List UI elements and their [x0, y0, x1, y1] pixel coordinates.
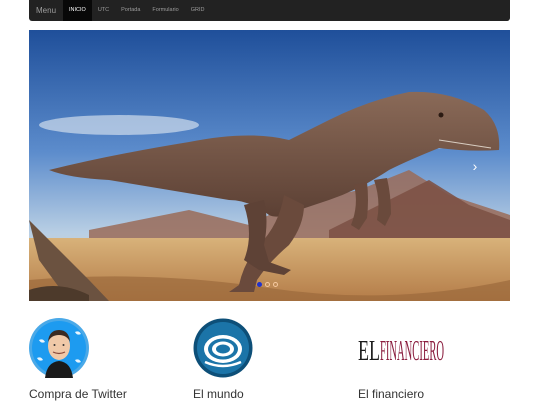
elon-twitter-avatar-icon: [29, 318, 89, 378]
nav-item-portada[interactable]: Portada: [115, 0, 146, 21]
navbar-brand[interactable]: Menu: [29, 0, 63, 21]
nav-item-formulario[interactable]: Formulario: [146, 0, 184, 21]
carousel-slide-image: [29, 30, 510, 301]
nav-item-utc[interactable]: UTC: [92, 0, 115, 21]
card-title[interactable]: El mundo: [193, 387, 244, 401]
image-carousel[interactable]: ›: [29, 30, 510, 301]
chevron-right-icon[interactable]: ›: [468, 158, 482, 174]
card-el-mundo[interactable]: El mundo: [193, 318, 253, 401]
logo-text-financiero: FINANCIERO: [380, 336, 444, 367]
nav-item-inicio[interactable]: INICIO: [63, 0, 92, 21]
nav-item-grid[interactable]: GRID: [185, 0, 211, 21]
carousel-indicator[interactable]: [265, 282, 270, 287]
card-title[interactable]: El financiero: [358, 387, 424, 401]
logo-text-el: EL: [358, 336, 380, 367]
card-twitter[interactable]: Compra de Twitter: [29, 318, 127, 401]
el-mundo-logo-icon: [193, 318, 253, 378]
card-title[interactable]: Compra de Twitter: [29, 387, 127, 401]
carousel-indicator[interactable]: [257, 282, 262, 287]
carousel-indicator[interactable]: [273, 282, 278, 287]
top-navbar: Menu INICIO UTC Portada Formulario GRID: [29, 0, 510, 21]
el-financiero-logo-icon: EL FINANCIERO: [358, 336, 444, 367]
carousel-indicators: [257, 282, 278, 287]
card-el-financiero[interactable]: EL FINANCIERO El financiero: [358, 318, 448, 401]
